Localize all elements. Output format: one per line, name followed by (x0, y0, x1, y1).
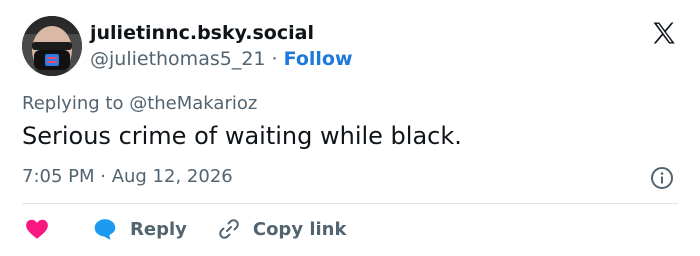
reply-button[interactable]: Reply (92, 216, 187, 242)
avatar-image (22, 16, 82, 76)
handle-line: @juliethomas5_21 · Follow (90, 48, 353, 70)
info-icon[interactable] (650, 166, 674, 190)
chat-bubble-icon (94, 219, 116, 240)
display-name[interactable]: julietinnc.bsky.social (90, 22, 314, 44)
copy-link-button[interactable]: Copy link (217, 217, 347, 241)
follow-button[interactable]: Follow (284, 48, 353, 70)
post-timestamp[interactable]: 7:05 PM · Aug 12, 2026 (22, 166, 233, 187)
copy-link-label: Copy link (252, 218, 347, 240)
heart-icon[interactable] (24, 216, 50, 242)
post-card: julietinnc.bsky.social @juliethomas5_21 … (0, 0, 700, 256)
action-bar: Reply Copy link (22, 214, 346, 244)
replying-to: Replying to @theMakarioz (22, 93, 258, 114)
avatar[interactable] (22, 16, 82, 76)
divider (22, 203, 678, 204)
link-icon (219, 219, 239, 239)
separator-dot: · (265, 48, 284, 70)
reply-label: Reply (130, 218, 187, 240)
x-logo-icon[interactable] (650, 19, 678, 47)
post-text: Serious crime of waiting while black. (22, 122, 462, 150)
user-handle[interactable]: @juliethomas5_21 (90, 48, 266, 70)
